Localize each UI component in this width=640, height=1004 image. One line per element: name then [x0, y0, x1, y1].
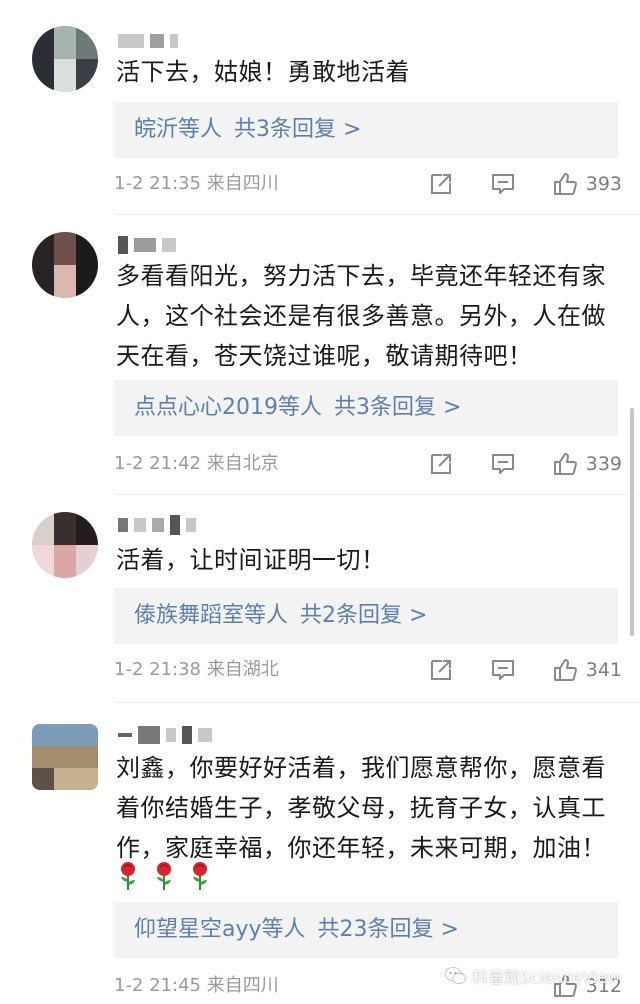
- avatar[interactable]: [32, 512, 98, 578]
- avatar[interactable]: [32, 26, 98, 92]
- comment-meta: 1-2 21:42 来自北京: [114, 453, 279, 474]
- like-count: 393: [585, 173, 622, 195]
- repost-button[interactable]: [428, 451, 454, 477]
- user-name-masked[interactable]: [118, 234, 176, 256]
- reply-count-link[interactable]: 共3条回复 >: [234, 117, 361, 142]
- repost-icon: [430, 454, 451, 474]
- reply-count-link[interactable]: 共2条回复 >: [300, 603, 427, 628]
- like-button[interactable]: 339: [552, 451, 622, 477]
- repost-icon: [430, 660, 451, 680]
- comment-meta: 1-2 21:38 来自湖北: [114, 659, 279, 680]
- reply-users[interactable]: 皖沂等人: [134, 117, 222, 142]
- watermark-text: 科普观ScienceView: [472, 968, 620, 987]
- reply-count-link[interactable]: 共23条回复 >: [318, 917, 459, 942]
- comment-button[interactable]: [490, 657, 516, 683]
- like-count: 341: [585, 659, 622, 681]
- user-name-masked[interactable]: [118, 514, 196, 536]
- avatar[interactable]: [32, 232, 98, 298]
- comment-text: 活着，让时间证明一切！: [116, 546, 386, 574]
- repost-icon: [430, 174, 451, 194]
- like-icon: [553, 453, 577, 475]
- reply-summary[interactable]: 点点心心2019等人 共3条回复 >: [114, 380, 618, 436]
- rose-emoji: [193, 862, 207, 890]
- like-icon: [553, 173, 577, 195]
- wechat-icon: [444, 967, 466, 985]
- comment-text: 刘鑫，你要好好活着，我们愿意帮你，愿意看着你结婚生子，孝敬父母，抚育子女，认真工…: [116, 754, 606, 862]
- reply-summary[interactable]: 皖沂等人 共3条回复 >: [114, 102, 618, 158]
- scrollbar[interactable]: [630, 408, 634, 636]
- comment-actions: 341: [392, 654, 622, 686]
- comment-icon: [491, 454, 514, 474]
- emoji-row: [116, 860, 212, 892]
- comment-meta: 1-2 21:35 来自四川: [114, 173, 279, 194]
- comment-button[interactable]: [490, 171, 516, 197]
- like-button[interactable]: 341: [552, 657, 622, 683]
- reply-users[interactable]: 傣族舞蹈室等人: [134, 603, 288, 628]
- rose-emoji: [121, 862, 135, 890]
- comment-actions: 339: [392, 448, 622, 480]
- reply-users[interactable]: 点点心心2019等人: [134, 395, 322, 420]
- reply-count-link[interactable]: 共3条回复 >: [334, 395, 461, 420]
- like-count: 339: [585, 453, 622, 475]
- comment-text: 活下去，姑娘！勇敢地活着: [116, 58, 410, 86]
- user-name-masked[interactable]: [118, 724, 212, 746]
- divider: [114, 214, 640, 215]
- avatar[interactable]: [32, 724, 98, 790]
- repost-button[interactable]: [428, 171, 454, 197]
- comment-button[interactable]: [490, 451, 516, 477]
- watermark: 科普观ScienceView: [444, 964, 620, 988]
- divider: [114, 494, 640, 495]
- repost-button[interactable]: [428, 657, 454, 683]
- user-name-masked[interactable]: [118, 30, 178, 52]
- divider: [114, 702, 640, 703]
- like-button[interactable]: 393: [552, 171, 622, 197]
- reply-summary[interactable]: 傣族舞蹈室等人 共2条回复 >: [114, 588, 618, 644]
- comment-icon: [491, 660, 514, 680]
- comment-icon: [491, 174, 514, 194]
- reply-users[interactable]: 仰望星空ayy等人: [134, 917, 306, 942]
- like-icon: [553, 659, 577, 681]
- comment-meta: 1-2 21:45 来自四川: [114, 975, 279, 996]
- comment-actions: 393: [392, 168, 622, 200]
- comment-text: 多看看阳光，努力活下去，毕竟还年轻还有家人，这个社会还是有很多善意。另外，人在做…: [116, 262, 606, 370]
- rose-emoji: [157, 862, 171, 890]
- reply-summary[interactable]: 仰望星空ayy等人 共23条回复 >: [114, 902, 618, 958]
